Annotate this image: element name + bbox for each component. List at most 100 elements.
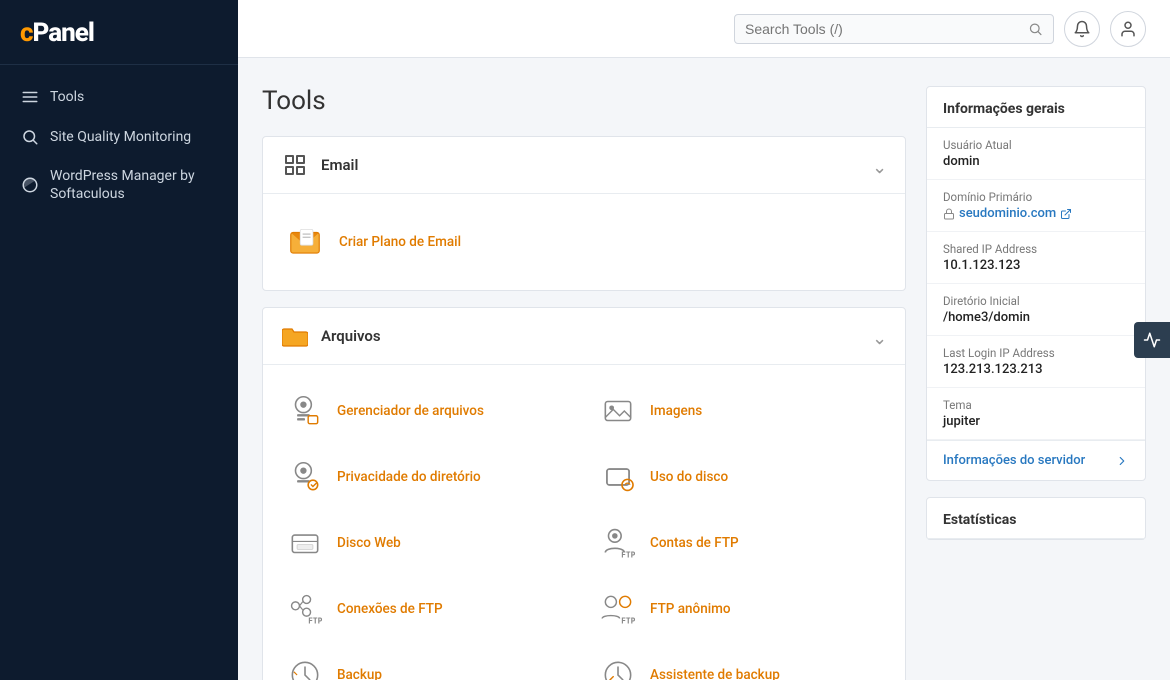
right-panel: Informações gerais Usuário Atual domin D… — [926, 86, 1146, 656]
email-section-body: Criar Plano de Email — [263, 194, 905, 290]
search-icon — [1028, 21, 1043, 37]
images-icon — [598, 391, 638, 431]
user-button[interactable] — [1110, 11, 1146, 47]
last-login-value: 123.213.123.213 — [943, 362, 1129, 377]
arquivos-section-header-left: Arquivos — [281, 322, 381, 350]
email-section: Email ⌃ — [262, 136, 906, 291]
imagens-item[interactable]: Imagens — [594, 383, 887, 439]
diretorio-inicial-row: Diretório Inicial /home3/domin — [927, 284, 1145, 336]
ftp-accounts-icon: FTP — [598, 523, 638, 563]
last-login-label: Last Login IP Address — [943, 346, 1129, 360]
dominio-primario-link[interactable]: seudominio.com — [943, 206, 1129, 221]
tema-value: jupiter — [943, 414, 1129, 429]
sidebar-item-site-quality-label: Site Quality Monitoring — [50, 128, 191, 146]
gerenciador-arquivos-label: Gerenciador de arquivos — [337, 403, 484, 419]
file-manager-icon — [285, 391, 325, 431]
info-card-title: Informações gerais — [927, 87, 1145, 128]
conexoes-ftp-item[interactable]: FTP Conexões de FTP — [281, 581, 574, 637]
stats-card: Estatísticas — [926, 497, 1146, 540]
arquivos-section-body: Gerenciador de arquivos I — [263, 365, 905, 680]
tools-main: Tools Email ⌃ — [262, 86, 906, 656]
dominio-primario-row: Domínio Primário seudominio.com — [927, 180, 1145, 232]
svg-text:FTP: FTP — [621, 550, 636, 559]
sidebar-logo: cPanel — [0, 0, 238, 65]
ftp-connections-icon: FTP — [285, 589, 325, 629]
wordpress-icon — [20, 175, 40, 195]
usuario-atual-row: Usuário Atual domin — [927, 128, 1145, 180]
backup-icon — [285, 655, 325, 680]
site-quality-icon — [20, 127, 40, 147]
email-section-header-left: Email — [281, 151, 358, 179]
gerenciador-arquivos-item[interactable]: Gerenciador de arquivos — [281, 383, 574, 439]
sidebar: cPanel Tools Site Quality Monitoring — [0, 0, 238, 680]
sidebar-item-site-quality[interactable]: Site Quality Monitoring — [0, 117, 238, 157]
svg-text:FTP: FTP — [621, 616, 636, 625]
analytics-icon — [1143, 331, 1161, 349]
sidebar-item-tools[interactable]: Tools — [0, 77, 238, 117]
arquivos-section: Arquivos ⌃ — [262, 307, 906, 680]
dominio-value: seudominio.com — [959, 206, 1056, 221]
arquivos-section-title: Arquivos — [321, 327, 381, 345]
tema-row: Tema jupiter — [927, 388, 1145, 440]
uso-disco-label: Uso do disco — [650, 469, 728, 485]
email-section-header[interactable]: Email ⌃ — [263, 137, 905, 194]
criar-plano-email-label: Criar Plano de Email — [339, 234, 461, 250]
disco-web-item[interactable]: Disco Web — [281, 515, 574, 571]
last-login-row: Last Login IP Address 123.213.123.213 — [927, 336, 1145, 388]
imagens-label: Imagens — [650, 403, 702, 419]
user-icon — [1119, 20, 1137, 38]
svg-text:FTP: FTP — [308, 616, 323, 625]
usuario-atual-value: domin — [943, 154, 1129, 169]
ftp-anonimo-item[interactable]: FTP FTP anônimo — [594, 581, 887, 637]
sidebar-item-tools-label: Tools — [50, 88, 84, 106]
search-container[interactable] — [734, 14, 1054, 44]
info-card: Informações gerais Usuário Atual domin D… — [926, 86, 1146, 481]
dominio-primario-label: Domínio Primário — [943, 190, 1129, 204]
backup-item[interactable]: Backup — [281, 647, 574, 680]
server-info-link[interactable]: Informações do servidor — [927, 440, 1145, 480]
diretorio-inicial-value: /home3/domin — [943, 310, 1129, 325]
server-info-label: Informações do servidor — [943, 453, 1085, 468]
sidebar-item-wordpress-label: WordPress Manager by Softaculous — [50, 167, 218, 203]
page-title: Tools — [262, 86, 906, 116]
contas-ftp-label: Contas de FTP — [650, 535, 739, 551]
assistente-backup-item[interactable]: Assistente de backup — [594, 647, 887, 680]
email-envelope-icon — [285, 222, 325, 262]
sidebar-nav: Tools Site Quality Monitoring WordPress … — [0, 65, 238, 225]
sidebar-item-wordpress[interactable]: WordPress Manager by Softaculous — [0, 157, 238, 213]
ftp-anon-icon: FTP — [598, 589, 638, 629]
arquivos-chevron-icon: ⌃ — [872, 326, 887, 347]
privacidade-diretorio-item[interactable]: Privacidade do diretório — [281, 449, 574, 505]
diretorio-inicial-label: Diretório Inicial — [943, 294, 1129, 308]
criar-plano-email-item[interactable]: Criar Plano de Email — [281, 212, 887, 272]
stats-title: Estatísticas — [927, 498, 1145, 539]
email-section-icon — [281, 151, 309, 179]
arquivos-section-header[interactable]: Arquivos ⌃ — [263, 308, 905, 365]
conexoes-ftp-label: Conexões de FTP — [337, 601, 443, 617]
contas-ftp-item[interactable]: FTP Contas de FTP — [594, 515, 887, 571]
uso-disco-item[interactable]: Uso do disco — [594, 449, 887, 505]
ftp-anonimo-label: FTP anônimo — [650, 601, 731, 617]
shared-ip-value: 10.1.123.123 — [943, 258, 1129, 273]
disk-usage-icon — [598, 457, 638, 497]
web-disk-icon — [285, 523, 325, 563]
email-chevron-icon: ⌃ — [872, 155, 887, 176]
assistente-backup-label: Assistente de backup — [650, 667, 780, 680]
lock-icon — [943, 208, 955, 220]
arquivos-tool-grid: Gerenciador de arquivos I — [281, 383, 887, 680]
tools-icon — [20, 87, 40, 107]
topbar — [238, 0, 1170, 58]
dir-privacy-icon — [285, 457, 325, 497]
content-area: Tools Email ⌃ — [238, 58, 1170, 680]
notifications-button[interactable] — [1064, 11, 1100, 47]
shared-ip-row: Shared IP Address 10.1.123.123 — [927, 232, 1145, 284]
backup-wizard-icon — [598, 655, 638, 680]
analytics-button[interactable] — [1134, 322, 1170, 358]
search-input[interactable] — [745, 21, 1020, 37]
shared-ip-label: Shared IP Address — [943, 242, 1129, 256]
usuario-atual-label: Usuário Atual — [943, 138, 1129, 152]
arquivos-section-icon — [281, 322, 309, 350]
bell-icon — [1073, 20, 1091, 38]
backup-label: Backup — [337, 667, 382, 680]
disco-web-label: Disco Web — [337, 535, 401, 551]
